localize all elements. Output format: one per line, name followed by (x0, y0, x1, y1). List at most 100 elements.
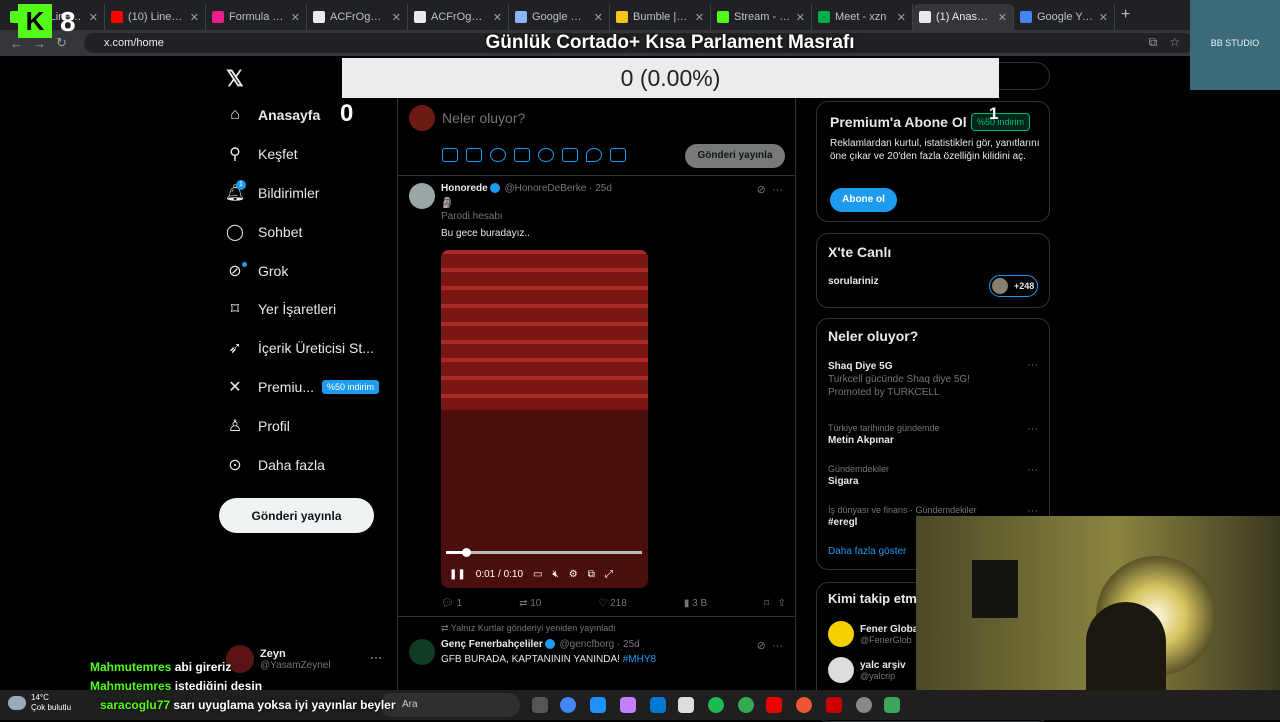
weather-widget[interactable]: 14°C Çok bulutlu (8, 693, 71, 713)
trend-item[interactable]: Shaq Diye 5G Turkcell gücünde Shaq diye 5… (828, 359, 1038, 398)
sidebar-item[interactable]: ⊘ Grok (220, 251, 396, 290)
follow-suggestion[interactable]: yalc arşiv @yalcrip (828, 655, 906, 685)
acrobat-icon[interactable] (766, 697, 782, 713)
more-icon[interactable]: ··· (1027, 464, 1038, 476)
sidebar-item[interactable]: ➶ İçerik Üreticisi St... (220, 329, 396, 368)
close-tab-icon[interactable]: ✕ (493, 11, 502, 24)
live-space-title[interactable]: sorulariniz (828, 276, 879, 287)
sidebar-item[interactable]: ✕ Premiu... %50 indirim (220, 368, 396, 407)
close-tab-icon[interactable]: ✕ (998, 11, 1007, 24)
tweet-time[interactable]: 25d (623, 639, 640, 650)
compose-input[interactable]: Neler oluyor? (442, 110, 525, 126)
mute-icon[interactable]: 🔇︎ (552, 569, 558, 580)
grok-icon[interactable]: ⊘ (757, 640, 766, 652)
avatar[interactable] (828, 621, 854, 647)
store-icon[interactable] (650, 697, 666, 713)
browser-tab[interactable]: (1) Anasayfa / X ✕ (913, 4, 1014, 30)
author-handle[interactable]: @gencfborg (560, 639, 615, 650)
sidebar-item[interactable]: 🔔︎ Bildirimler 1 (220, 174, 396, 213)
obs-icon[interactable] (826, 697, 842, 713)
task-view-icon[interactable] (532, 697, 548, 713)
author-handle[interactable]: @HonoreDeBerke (504, 183, 586, 194)
poll-icon[interactable] (514, 148, 530, 162)
settings-icon[interactable]: ⚙ (569, 569, 578, 580)
grok-icon[interactable] (490, 148, 506, 162)
close-tab-icon[interactable]: ✕ (190, 11, 199, 24)
close-tab-icon[interactable]: ✕ (796, 11, 805, 24)
image-icon[interactable] (442, 148, 458, 162)
more-icon[interactable]: ··· (1027, 359, 1038, 371)
search-input[interactable] (998, 62, 1050, 90)
browser-tab[interactable]: Bumble | Date ✕ (610, 4, 711, 30)
post-button[interactable]: Gönderi yayınla (219, 498, 374, 533)
close-tab-icon[interactable]: ✕ (594, 11, 603, 24)
chrome-icon[interactable] (560, 697, 576, 713)
sidebar-item[interactable]: ♙ Profil (220, 406, 396, 445)
spotify-icon[interactable] (708, 697, 724, 713)
close-tab-icon[interactable]: ✕ (89, 11, 98, 24)
browser-tab[interactable]: ACFrOgADT8lh ✕ (307, 4, 408, 30)
video-scrubber[interactable] (461, 548, 471, 557)
more-icon[interactable]: ··· (772, 640, 783, 652)
sidebar-item[interactable]: ⚲ Keşfet (220, 135, 396, 174)
cast-icon[interactable]: ⧉ (1149, 35, 1158, 50)
more-icon[interactable]: ··· (772, 184, 783, 196)
trend-item[interactable]: Türkiye tarihinde gündemde Metin Akpınar ·… (828, 423, 1038, 446)
browser-tab[interactable]: Formula Sheet ✕ (206, 4, 307, 30)
more-icon[interactable]: ··· (370, 650, 382, 664)
tweet-menu[interactable]: ⊘ ··· (757, 639, 783, 652)
repost-button[interactable]: ⇄ 10 (519, 598, 541, 609)
close-tab-icon[interactable]: ✕ (291, 11, 300, 24)
bookmark-icon[interactable]: ⌑ ⇧ (764, 598, 786, 609)
sidebar-item[interactable]: ◯ Sohbet (220, 212, 396, 251)
emoji-icon[interactable] (538, 148, 554, 162)
sidebar-item[interactable]: ⌑ Yer İşaretleri (220, 290, 396, 329)
close-tab-icon[interactable]: ✕ (695, 11, 704, 24)
hashtag-link[interactable]: #MHY8 (623, 654, 656, 665)
app-icon[interactable] (796, 697, 812, 713)
gif-icon[interactable] (466, 148, 482, 162)
avatar[interactable] (409, 183, 435, 209)
show-more-link[interactable]: Daha fazla göster (828, 546, 906, 557)
schedule-icon[interactable] (562, 148, 578, 162)
captions-icon[interactable]: ▭ (533, 569, 542, 580)
star-icon[interactable]: ☆ (1169, 35, 1180, 50)
copilot-icon[interactable] (620, 697, 636, 713)
grok-icon[interactable]: ⊘ (757, 184, 766, 196)
new-tab-button[interactable]: + (1121, 6, 1130, 24)
browser-tab[interactable]: (10) Lineer Cebi ✕ (105, 4, 206, 30)
pause-icon[interactable]: ❚❚ (449, 569, 466, 580)
video-player[interactable]: ❚❚ 0:01 / 0:10 ▭ 🔇︎ ⚙ ⧉ ⤢ (441, 250, 648, 588)
settings-icon[interactable] (856, 697, 872, 713)
subscribe-button[interactable]: Abone ol (830, 188, 897, 212)
browser-tab[interactable]: Google Yardım ✕ (1014, 4, 1115, 30)
browser-tab[interactable]: Stream - Kick D ✕ (711, 4, 812, 30)
browser-tab[interactable]: Meet - xzn ✕ (812, 4, 913, 30)
tweet-time[interactable]: 25d (595, 183, 612, 194)
close-tab-icon[interactable]: ✕ (1099, 11, 1108, 24)
sidebar-item[interactable]: ⌂ Anasayfa (220, 96, 396, 135)
edge-icon[interactable] (590, 697, 606, 713)
pip-icon[interactable]: ⧉ (588, 569, 595, 580)
tweet-menu[interactable]: ⊘ ··· (757, 183, 783, 196)
compose-post-button[interactable]: Gönderi yayınla (685, 144, 785, 168)
discord-icon[interactable] (884, 697, 900, 713)
flag-icon[interactable] (610, 148, 626, 162)
trend-item[interactable]: Gündemdekiler Sigara ··· (828, 464, 1038, 487)
follow-suggestion[interactable]: Fener Globa @FenerGlob (828, 619, 918, 649)
video-progress-bar[interactable] (446, 548, 642, 557)
browser-tab[interactable]: Google Gemini ✕ (509, 4, 610, 30)
account-switcher[interactable]: Zeyn @YasamZeynel ··· (226, 644, 386, 674)
author-name[interactable]: Honorede (441, 183, 488, 194)
taskbar-search[interactable]: Ara (380, 693, 520, 717)
listener-count-button[interactable]: +248 (989, 275, 1038, 297)
close-tab-icon[interactable]: ✕ (392, 11, 401, 24)
author-name[interactable]: Genç Fenerbahçeliler (441, 639, 543, 650)
files-icon[interactable] (678, 697, 694, 713)
views-button[interactable]: ▮ 3 B (684, 598, 707, 609)
chrome-active-icon[interactable] (738, 697, 754, 713)
avatar[interactable] (409, 639, 435, 665)
close-tab-icon[interactable]: ✕ (897, 11, 906, 24)
reply-button[interactable]: 💬︎ 1 (441, 598, 462, 609)
more-icon[interactable]: ··· (1027, 423, 1038, 435)
